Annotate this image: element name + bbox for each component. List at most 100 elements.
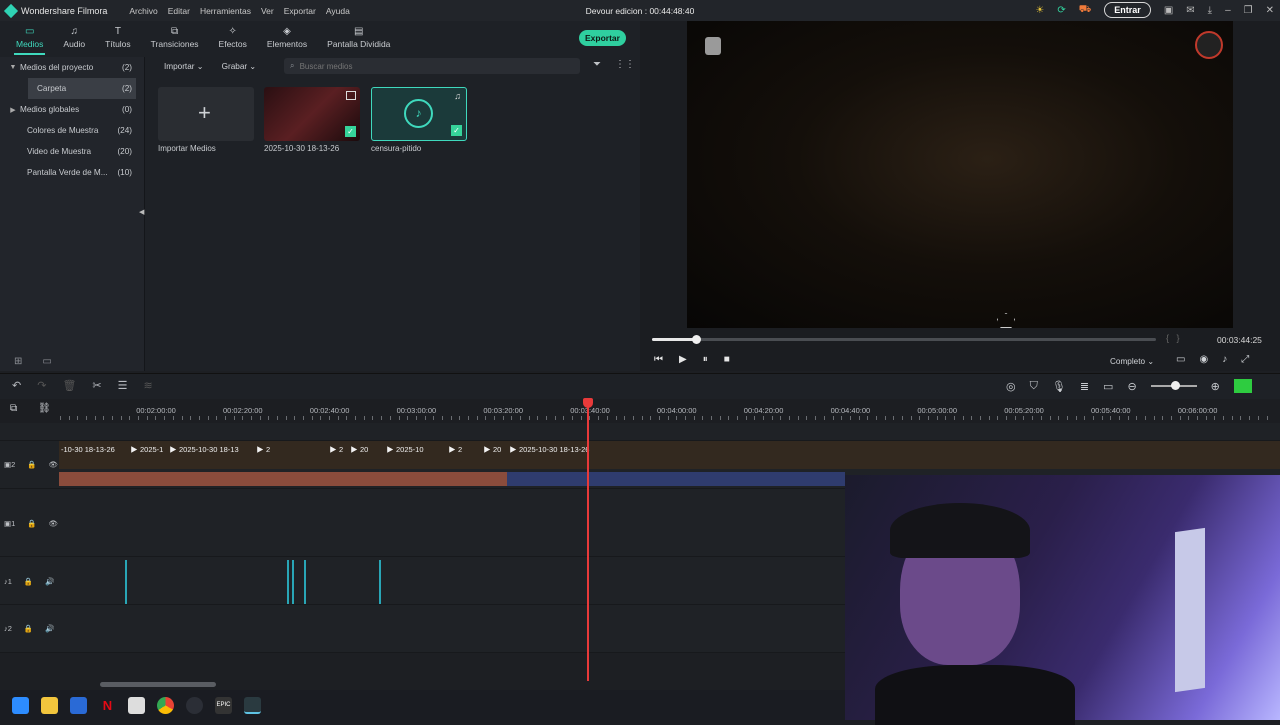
sidebar-item-medios-globales[interactable]: ▶ Medios globales (0) bbox=[0, 99, 144, 120]
quality-select[interactable]: Completo ⌄ bbox=[1110, 356, 1154, 366]
filmora-icon[interactable] bbox=[244, 696, 261, 714]
expand-right-icon[interactable]: ▶ bbox=[6, 106, 20, 114]
mixer-icon[interactable]: ≣ bbox=[1080, 380, 1089, 393]
audio-marker[interactable] bbox=[379, 560, 381, 604]
display-icon[interactable]: ▭ bbox=[1176, 354, 1185, 365]
tab-medios[interactable]: ▭ Medios bbox=[6, 21, 53, 55]
search-input[interactable] bbox=[299, 61, 550, 71]
menu-herramientas[interactable]: Herramientas bbox=[200, 6, 251, 16]
render-icon[interactable]: ◎ bbox=[1006, 380, 1016, 393]
redo-icon[interactable]: ↷ bbox=[37, 379, 46, 392]
download-icon[interactable]: ⤓ bbox=[1208, 5, 1212, 16]
audio-marker[interactable] bbox=[287, 560, 289, 604]
add-track-icon[interactable]: ⧉ bbox=[10, 403, 17, 414]
preview-video[interactable] bbox=[687, 21, 1233, 328]
login-button[interactable]: Entrar bbox=[1104, 2, 1151, 18]
sidebar-item-pantalla-verde[interactable]: Pantalla Verde de M... (10) bbox=[0, 162, 144, 183]
timeline-scrollbar[interactable] bbox=[100, 682, 216, 687]
menu-ver[interactable]: Ver bbox=[261, 6, 274, 16]
eye-icon[interactable]: 👁 bbox=[49, 519, 59, 528]
sidebar-item-carpeta[interactable]: Carpeta (2) bbox=[28, 78, 136, 99]
audio-marker[interactable] bbox=[304, 560, 306, 604]
adjust-icon[interactable]: ☰ bbox=[118, 379, 128, 392]
timeline-ruler[interactable]: ⧉ ⛓ 00:02:00:00 00:02:20:00 00:02:40:00 00:… bbox=[0, 399, 1280, 423]
volume-icon[interactable]: ♪ bbox=[1222, 354, 1227, 365]
mail-icon[interactable]: ✉ bbox=[1186, 5, 1194, 16]
tab-audio[interactable]: ♫ Audio bbox=[53, 21, 95, 55]
app-icon[interactable] bbox=[128, 696, 145, 714]
tab-efectos[interactable]: ✧ Efectos bbox=[209, 21, 257, 55]
tab-titulos[interactable]: T Títulos bbox=[95, 21, 141, 55]
seek-handle[interactable] bbox=[692, 335, 701, 344]
marker-icon[interactable]: ⛉ bbox=[1030, 380, 1038, 393]
lock-icon[interactable]: 🔒 bbox=[27, 519, 36, 528]
steam-icon[interactable] bbox=[186, 696, 203, 714]
stop-icon[interactable]: ■ bbox=[724, 354, 730, 365]
menu-ayuda[interactable]: Ayuda bbox=[326, 6, 350, 16]
lock-icon[interactable]: 🔒 bbox=[24, 624, 33, 633]
mic-icon[interactable]: 🎙 bbox=[1052, 380, 1066, 393]
undo-icon[interactable]: ↶ bbox=[12, 379, 21, 392]
save-icon[interactable]: ▣ bbox=[1164, 5, 1173, 16]
cut-icon[interactable]: ✂ bbox=[92, 379, 101, 392]
sidebar-item-medios-proyecto[interactable]: ▼ Medios del proyecto (2) bbox=[0, 57, 144, 78]
tab-transiciones[interactable]: ⧉ Transiciones bbox=[141, 21, 209, 55]
cart-icon[interactable]: ⛟ bbox=[1079, 4, 1092, 17]
lock-icon[interactable]: 🔒 bbox=[27, 460, 36, 469]
import-dropdown[interactable]: Importar ⌄ bbox=[164, 61, 204, 71]
import-media-card[interactable]: + bbox=[158, 87, 254, 141]
fullscreen-icon[interactable]: ⤢ bbox=[1241, 354, 1249, 365]
menu-archivo[interactable]: Archivo bbox=[129, 6, 157, 16]
play-icon[interactable]: ▶ bbox=[679, 354, 687, 365]
explorer-icon[interactable] bbox=[41, 696, 58, 714]
filter-icon[interactable]: ⏷ bbox=[593, 59, 601, 70]
snapshot-icon[interactable]: ◉ bbox=[1199, 354, 1208, 365]
audio-waveform-edited[interactable] bbox=[59, 472, 507, 486]
netflix-icon[interactable]: N bbox=[99, 696, 116, 714]
tab-pantalla-dividida[interactable]: ▤ Pantalla Dividida bbox=[317, 21, 400, 55]
mark-in-out-icon[interactable]: { } bbox=[1166, 333, 1180, 343]
video-clip-strip[interactable] bbox=[59, 441, 1280, 469]
refresh-icon[interactable]: ⟳ bbox=[1057, 5, 1065, 16]
export-button[interactable]: Exportar bbox=[579, 30, 626, 46]
media-card-video[interactable]: ✓ bbox=[264, 87, 360, 141]
playhead-line[interactable] bbox=[587, 401, 589, 681]
epic-icon[interactable]: EPIC bbox=[215, 696, 232, 714]
speaker-icon[interactable]: 🔊 bbox=[45, 624, 54, 633]
subtitle-icon[interactable]: ▭ bbox=[1103, 380, 1113, 393]
sidebar-item-colores[interactable]: Colores de Muestra (24) bbox=[0, 120, 144, 141]
record-dropdown[interactable]: Grabar ⌄ bbox=[222, 61, 257, 71]
seek-bar[interactable] bbox=[652, 338, 1156, 341]
folder-icon[interactable]: ▭ bbox=[42, 356, 51, 367]
tab-elementos[interactable]: ◈ Elementos bbox=[257, 21, 317, 55]
new-folder-icon[interactable]: ⊞ bbox=[14, 356, 22, 367]
lock-icon[interactable]: 🔒 bbox=[24, 577, 33, 586]
delete-icon[interactable]: 🗑 bbox=[62, 379, 76, 392]
sidebar-item-video-muestra[interactable]: Video de Muestra (20) bbox=[0, 141, 144, 162]
step-back-icon[interactable]: ⏮ bbox=[654, 354, 663, 365]
pause-icon[interactable]: ⏸ bbox=[703, 354, 708, 365]
zoom-slider[interactable] bbox=[1150, 381, 1197, 390]
media-card-audio[interactable]: ♪ ♫ ✓ bbox=[371, 87, 467, 141]
zoom-out-icon[interactable]: ⊖ bbox=[1127, 380, 1136, 393]
collapse-sidebar-icon[interactable]: ◀ bbox=[139, 208, 144, 216]
speaker-icon[interactable]: 🔊 bbox=[45, 577, 54, 586]
zoom-in-icon[interactable]: ⊕ bbox=[1211, 380, 1220, 393]
minimize-icon[interactable]: – bbox=[1225, 5, 1231, 16]
audio-wave-icon[interactable]: ≋ bbox=[144, 379, 153, 392]
store-icon[interactable] bbox=[70, 696, 87, 714]
grid-view-icon[interactable]: ⋮⋮ bbox=[615, 59, 635, 70]
audio-marker[interactable] bbox=[292, 560, 294, 604]
maximize-icon[interactable]: ❐ bbox=[1244, 5, 1253, 16]
chrome-icon[interactable] bbox=[157, 696, 174, 714]
menu-exportar[interactable]: Exportar bbox=[284, 6, 316, 16]
expand-down-icon[interactable]: ▼ bbox=[6, 64, 20, 71]
link-icon[interactable]: ⛓ bbox=[38, 403, 51, 414]
playhead-handle[interactable] bbox=[583, 398, 593, 408]
close-icon[interactable]: ✕ bbox=[1266, 5, 1274, 16]
audio-marker[interactable] bbox=[125, 560, 127, 604]
bulb-icon[interactable]: ☀ bbox=[1035, 5, 1044, 16]
audio-waveform[interactable] bbox=[507, 472, 845, 486]
zoom-handle[interactable] bbox=[1170, 381, 1180, 390]
eye-icon[interactable]: 👁 bbox=[49, 460, 59, 469]
